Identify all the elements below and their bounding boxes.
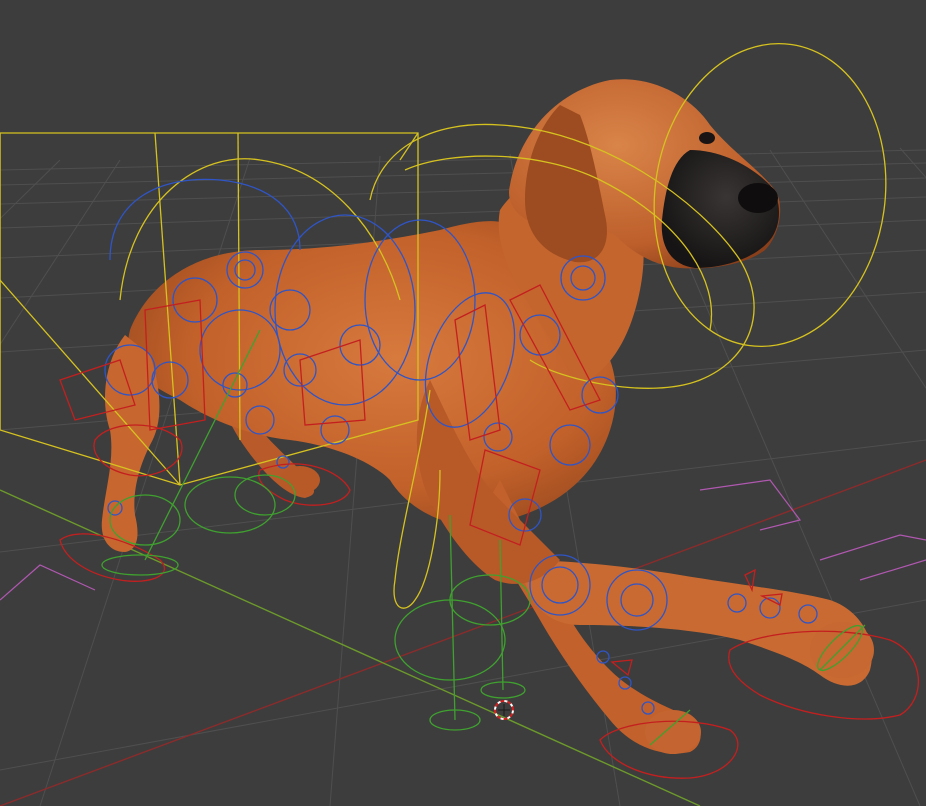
3d-viewport[interactable]	[0, 0, 926, 806]
3d-cursor-icon[interactable]	[494, 700, 514, 720]
viewport-canvas[interactable]	[0, 0, 926, 806]
